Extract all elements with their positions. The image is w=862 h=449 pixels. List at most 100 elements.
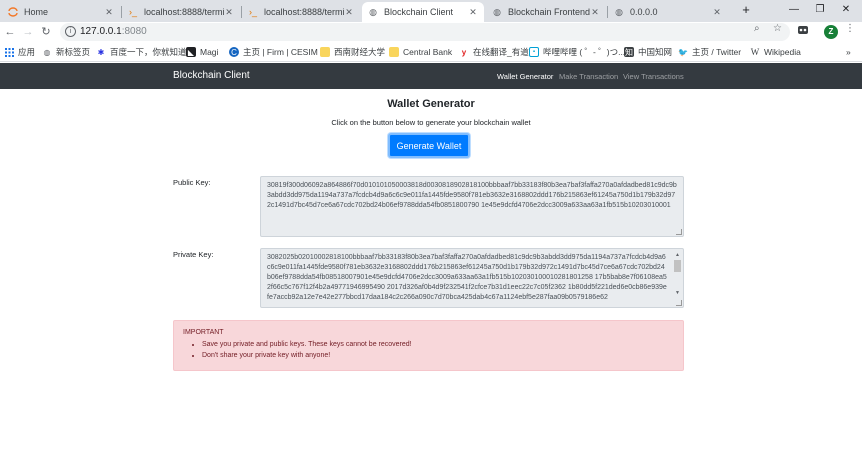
- close-icon[interactable]: ✕: [104, 7, 114, 18]
- new-tab-button[interactable]: +: [732, 2, 760, 18]
- browser-tab-strip: Home ✕ ›_ localhost:8888/termina ✕ ›_ lo…: [0, 0, 862, 22]
- public-key-value: 30819f300d06092a864886f70d01010105000381…: [267, 182, 677, 209]
- minimize-button[interactable]: —: [780, 2, 808, 18]
- bookmark-label: Magi: [200, 47, 219, 57]
- bookmark-label: Wikipedia: [764, 47, 801, 57]
- terminal-icon: ›_: [248, 7, 257, 17]
- bookmark-new-tab[interactable]: ◍ 新标签页: [42, 46, 91, 58]
- tab-title: Home: [24, 7, 49, 17]
- nav-wallet-generator[interactable]: Wallet Generator: [497, 72, 553, 81]
- bilibili-icon: ▪: [529, 47, 539, 57]
- arrow-right-icon: →: [22, 26, 34, 38]
- bookmark-label: 中国知网: [638, 47, 673, 57]
- zoom-icon[interactable]: ⌕: [754, 23, 760, 34]
- cnki-icon: 知: [624, 47, 634, 57]
- close-icon[interactable]: ✕: [344, 7, 354, 18]
- bookmark-apps[interactable]: 应用: [4, 46, 35, 58]
- bookmarks-bar: 应用 ◍ 新标签页 ✱ 百度一下，你就知道 ◣ Magi C 主页 | Firm…: [0, 42, 862, 62]
- bookmarks-overflow-button[interactable]: »: [846, 46, 851, 58]
- tab-title: 0.0.0.0: [630, 7, 658, 17]
- terminal-icon: ›_: [128, 7, 137, 17]
- bookmark-swufe[interactable]: 西南财经大学: [320, 46, 385, 58]
- extension-icon[interactable]: [797, 24, 809, 39]
- private-key-label: Private Key:: [173, 250, 214, 259]
- reload-icon: ↻: [41, 26, 51, 38]
- tab-title: Blockchain Client: [384, 7, 454, 17]
- alert-title: IMPORTANT: [183, 329, 224, 336]
- arrow-left-icon: ←: [4, 26, 16, 38]
- public-key-label: Public Key:: [173, 178, 211, 187]
- jupyter-icon: [8, 7, 18, 17]
- folder-icon: [320, 47, 330, 57]
- nav-make-transaction[interactable]: Make Transaction: [559, 72, 618, 81]
- alert-item: Don't share your private key with anyone…: [202, 350, 674, 361]
- cesim-icon: C: [229, 47, 239, 57]
- important-alert: IMPORTANT Save you private and public ke…: [173, 320, 684, 371]
- globe-icon: ◍: [493, 6, 501, 17]
- bookmark-bilibili[interactable]: ▪ 哔哩哔哩 ( ゜- ゜)つ...: [529, 46, 625, 58]
- tab-title: localhost:8888/termina: [144, 7, 224, 17]
- alert-list: Save you private and public keys. These …: [202, 339, 674, 361]
- browser-tab-terminal-1[interactable]: ›_ localhost:8888/termina ✕: [122, 2, 240, 22]
- page-subtitle: Click on the button below to generate yo…: [331, 118, 531, 127]
- private-key-textarea[interactable]: 3082025b02010002818100bbbaaf7bb33183f80b…: [260, 248, 684, 308]
- address-bar[interactable]: i 127.0.0.1:8080: [60, 23, 790, 41]
- close-icon[interactable]: ✕: [712, 7, 722, 18]
- window-close-button[interactable]: ✕: [832, 2, 860, 18]
- youdao-icon: y: [461, 47, 467, 57]
- bookmark-label: 在线翻译_有道: [473, 47, 529, 57]
- scrollbar-thumb[interactable]: [674, 260, 681, 272]
- magi-icon: ◣: [186, 47, 196, 57]
- browser-tab-blockchain-frontend[interactable]: ◍ Blockchain Frontend ✕: [486, 2, 606, 22]
- tab-title: Blockchain Frontend: [508, 7, 590, 17]
- bookmark-twitter[interactable]: 🐦 主页 / Twitter: [678, 46, 741, 58]
- bookmark-youdao[interactable]: y 在线翻译_有道: [459, 46, 529, 58]
- private-key-value: 3082025b02010002818100bbbaaf7bb33183f80b…: [267, 254, 667, 301]
- bookmark-magi[interactable]: ◣ Magi: [186, 46, 218, 58]
- scroll-up-arrow-icon[interactable]: ▲: [673, 250, 682, 260]
- star-icon[interactable]: ☆: [773, 23, 782, 34]
- close-icon[interactable]: ✕: [590, 7, 600, 18]
- resize-grip-icon[interactable]: [676, 300, 682, 306]
- maximize-button[interactable]: ❐: [806, 2, 834, 18]
- bookmark-baidu[interactable]: ✱ 百度一下，你就知道: [96, 46, 187, 58]
- browser-tab-terminal-2[interactable]: ›_ localhost:8888/termina ✕: [242, 2, 360, 22]
- browser-tab-0000[interactable]: ◍ 0.0.0.0 ✕: [608, 2, 728, 22]
- public-key-textarea[interactable]: 30819f300d06092a864886f70d01010105000381…: [260, 176, 684, 237]
- scroll-down-arrow-icon[interactable]: ▼: [673, 288, 682, 298]
- page-title: Wallet Generator: [387, 98, 475, 110]
- resize-grip-icon[interactable]: [676, 229, 682, 235]
- back-button[interactable]: ←: [2, 24, 18, 40]
- bookmark-wikipedia[interactable]: W Wikipedia: [750, 46, 801, 58]
- menu-kebab-icon[interactable]: ⋮: [845, 23, 855, 34]
- address-url: 127.0.0.1:8080: [80, 26, 147, 37]
- close-icon[interactable]: ✕: [468, 7, 478, 18]
- profile-avatar[interactable]: Z: [824, 25, 838, 39]
- bookmark-cesim[interactable]: C 主页 | Firm | CESIM: [229, 46, 318, 58]
- bookmark-cnki[interactable]: 知 中国知网: [624, 46, 672, 58]
- nav-view-transactions[interactable]: View Transactions: [623, 72, 684, 81]
- forward-button[interactable]: →: [20, 24, 36, 40]
- bookmark-label: Central Bank: [403, 47, 453, 57]
- bookmark-central-bank[interactable]: Central Bank: [389, 46, 452, 58]
- browser-tab-blockchain-client[interactable]: ◍ Blockchain Client ✕: [362, 2, 484, 22]
- address-host: 127.0.0.1: [80, 26, 122, 37]
- navbar-brand[interactable]: Blockchain Client: [173, 70, 250, 81]
- bookmark-label: 百度一下，你就知道: [110, 47, 187, 57]
- info-icon[interactable]: i: [65, 26, 76, 37]
- folder-icon: [389, 47, 399, 57]
- tab-title: localhost:8888/termina: [264, 7, 344, 17]
- wikipedia-icon: W: [750, 47, 760, 57]
- reload-button[interactable]: ↻: [38, 24, 54, 40]
- globe-icon: ◍: [615, 6, 623, 17]
- apps-grid-icon: [4, 47, 14, 57]
- private-key-scrollbar[interactable]: ▲ ▼: [673, 250, 682, 298]
- generate-wallet-button[interactable]: Generate Wallet: [388, 133, 470, 158]
- bookmark-label: 新标签页: [56, 47, 91, 57]
- close-icon[interactable]: ✕: [224, 7, 234, 18]
- globe-icon: ◍: [43, 47, 51, 57]
- baidu-paw-icon: ✱: [97, 47, 105, 57]
- bookmark-label: 主页 / Twitter: [692, 47, 742, 57]
- twitter-icon: 🐦: [678, 47, 688, 57]
- browser-tab-home[interactable]: Home ✕: [2, 2, 120, 22]
